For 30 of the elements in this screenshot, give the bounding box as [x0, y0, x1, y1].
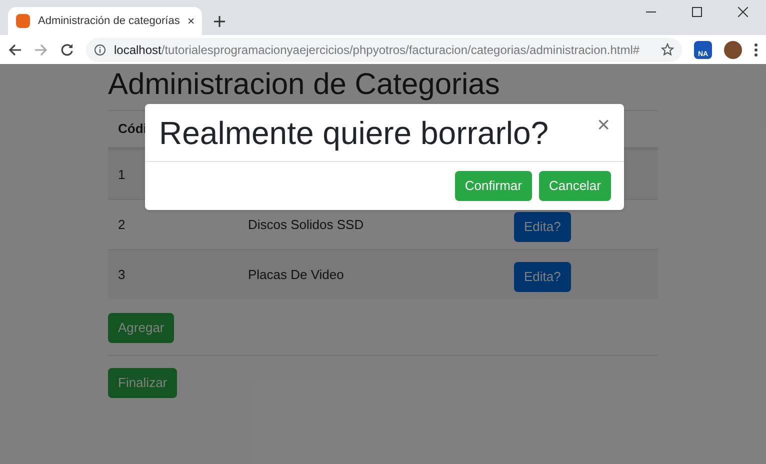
table-cell-text: Placas De Video	[248, 266, 345, 284]
star-icon[interactable]	[661, 43, 674, 56]
confirm-button[interactable]: Confirmar	[454, 171, 532, 201]
tab-title: Administración de categorías	[38, 14, 180, 29]
close-icon[interactable]	[188, 16, 194, 26]
edit-button[interactable]: Edita?	[514, 212, 571, 242]
browser-tab[interactable]: Administración de categorías	[8, 7, 202, 35]
edit-button[interactable]: Edita?	[514, 262, 571, 292]
new-tab-icon[interactable]	[214, 16, 225, 27]
info-icon[interactable]	[94, 44, 106, 56]
reload-icon[interactable]	[60, 42, 74, 56]
page-heading: Administracion de Categorias	[108, 68, 501, 102]
table-cell-text: 3	[118, 266, 126, 284]
url-host: localhost	[114, 42, 162, 58]
menu-icon[interactable]	[754, 42, 758, 56]
avatar[interactable]	[724, 40, 742, 58]
close-button[interactable]: ×	[597, 114, 610, 136]
address-bar[interactable]: localhost/tutorialesprogramacionyaejercicios/phpyotros/facturacion/categorias/administracion.html#	[86, 38, 682, 62]
table-cell-text: Discos Solidos SSD	[248, 216, 365, 234]
url-path: /tutorialesprogramacionyaejercicios/phpyotros/facturacion/categorias/administracion.html#	[161, 42, 640, 58]
table-cell-text: 1	[118, 166, 126, 184]
back-icon[interactable]	[8, 42, 22, 56]
cancel-button[interactable]: Cancelar	[538, 171, 611, 201]
table-cell-text: 2	[118, 216, 126, 234]
maximize-icon[interactable]	[692, 7, 702, 17]
finish-button[interactable]: Finalizar	[108, 368, 178, 398]
site-icon	[16, 14, 30, 28]
add-button[interactable]: Agregar	[108, 313, 174, 343]
close-icon[interactable]	[738, 7, 748, 17]
modal-title: Realmente quiere borrarlo?	[159, 114, 549, 152]
